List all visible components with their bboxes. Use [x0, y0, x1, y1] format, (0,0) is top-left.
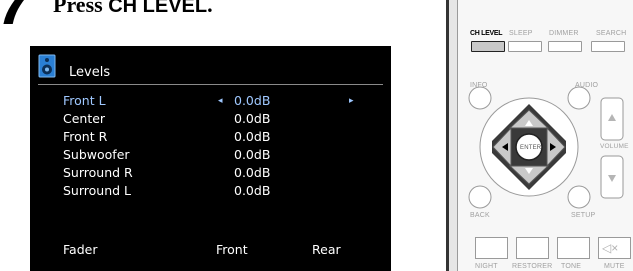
speaker-icon: [38, 54, 56, 78]
setup-button[interactable]: [567, 185, 591, 209]
step-key-name: CH LEVEL: [108, 0, 208, 17]
step-suffix: .: [207, 0, 213, 17]
fader-row[interactable]: Fader Front Rear: [30, 241, 391, 259]
channel-level: 0.0dB: [234, 129, 271, 144]
level-row-surround-l[interactable]: Surround L 0.0dB: [30, 182, 391, 200]
channel-name: Front L: [63, 93, 106, 108]
channel-level: 0.0dB: [234, 147, 271, 162]
back-label: BACK: [470, 212, 490, 219]
fader-option-rear[interactable]: Rear: [312, 241, 341, 259]
header-divider: [38, 84, 383, 85]
levels-screen: Levels Front L ◂ 0.0dB ▸ Center 0.0dB Fr…: [30, 46, 391, 271]
channel-level: 0.0dB: [234, 183, 271, 198]
channel-name: Surround R: [63, 165, 133, 180]
level-row-center[interactable]: Center 0.0dB: [30, 110, 391, 128]
enter-label: ENTER: [520, 145, 542, 151]
audio-button[interactable]: [567, 86, 591, 110]
remote-control: CH LEVEL SLEEP DIMMER SEARCH INFO AUDIO …: [446, 0, 633, 271]
channel-name: Subwoofer: [63, 147, 130, 162]
back-button[interactable]: [468, 185, 492, 209]
mute-label: MUTE: [604, 263, 625, 270]
channel-level: 0.0dB: [234, 93, 271, 108]
tone-button[interactable]: [557, 237, 590, 259]
info-label: INFO: [470, 82, 488, 89]
channel-name: Center: [63, 111, 106, 126]
level-row-subwoofer[interactable]: Subwoofer 0.0dB: [30, 146, 391, 164]
restorer-button[interactable]: [516, 237, 549, 259]
fader-option-front[interactable]: Front: [216, 241, 248, 259]
level-row-front-l[interactable]: Front L ◂ 0.0dB ▸: [30, 92, 391, 110]
setup-label: SETUP: [571, 212, 596, 219]
mute-button[interactable]: ◁×: [598, 237, 631, 259]
step-prefix: Press: [53, 0, 109, 17]
level-row-surround-r[interactable]: Surround R 0.0dB: [30, 164, 391, 182]
night-label: NIGHT: [475, 263, 498, 270]
night-button[interactable]: [475, 237, 508, 259]
mute-icon: ◁×: [602, 241, 619, 255]
fader-label: Fader: [63, 242, 98, 257]
channel-level: 0.0dB: [234, 165, 271, 180]
right-arrow-icon: ▸: [349, 96, 354, 106]
channel-level: 0.0dB: [234, 111, 271, 126]
channel-name: Front R: [63, 129, 108, 144]
info-button[interactable]: [468, 86, 492, 110]
remote-face: CH LEVEL SLEEP DIMMER SEARCH INFO AUDIO …: [457, 0, 633, 271]
channel-name: Surround L: [63, 183, 132, 198]
left-arrow-icon: ◂: [218, 96, 223, 106]
tone-label: TONE: [561, 263, 582, 270]
restorer-label: RESTORER: [512, 263, 553, 270]
step-instruction: Press CH LEVEL.: [53, 0, 213, 17]
navigation-pad: [468, 86, 624, 209]
step-number: 7: [0, 0, 34, 38]
audio-label: AUDIO: [575, 82, 599, 89]
volume-label: VOLUME: [600, 143, 629, 150]
level-row-front-r[interactable]: Front R 0.0dB: [30, 128, 391, 146]
screen-title: Levels: [69, 65, 111, 80]
